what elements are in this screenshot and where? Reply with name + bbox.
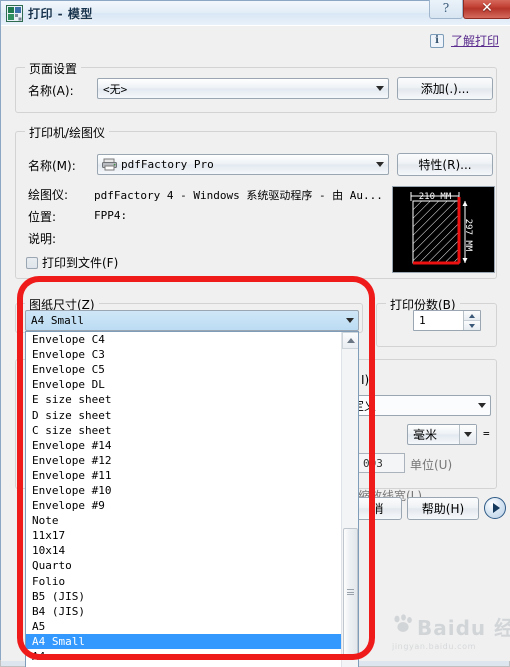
copies-stepper[interactable]: 1	[413, 310, 481, 331]
help-button[interactable]: ?	[429, 0, 463, 19]
svg-text:297 MM: 297 MM	[463, 219, 473, 252]
copies-value[interactable]: 1	[414, 311, 463, 330]
dialog-title: 打印 - 模型	[28, 6, 93, 21]
units-label: 单位(U)	[410, 458, 453, 472]
paper-size-option-list[interactable]: Envelope C4 Envelope C3 Envelope C5 Envelop…	[26, 332, 341, 667]
paper-size-option[interactable]: C size sheet	[26, 423, 341, 438]
svg-text:210 MM: 210 MM	[419, 192, 452, 202]
dialog-titlebar[interactable]: 打印 - 模型 ? ✕	[1, 0, 510, 25]
paper-size-option[interactable]: Envelope C4	[26, 332, 341, 347]
page-setup-group-title: 页面设置	[25, 60, 82, 77]
paper-size-option[interactable]: A4 Small	[26, 633, 341, 649]
plotter-value: pdfFactory 4 - Windows 系统驱动程序 - 由 Au...	[94, 189, 383, 202]
chevron-down-icon[interactable]	[473, 396, 490, 415]
location-label: 位置:	[28, 210, 57, 224]
paper-size-selected-value: A4 Small	[31, 314, 84, 327]
paper-size-option[interactable]: D size sheet	[26, 407, 341, 422]
plot-to-file-label: 打印到文件(F)	[42, 256, 119, 270]
unit-combo[interactable]: 毫米	[407, 424, 477, 445]
paper-size-option[interactable]: A4	[26, 649, 341, 664]
paper-size-dropdown-list[interactable]: Envelope C4 Envelope C3 Envelope C5 Envelop…	[25, 331, 359, 667]
copies-spin-buttons[interactable]	[463, 311, 480, 330]
printer-icon	[102, 158, 118, 171]
spin-up-icon[interactable]	[464, 311, 480, 321]
plot-scale-value: 定义	[352, 399, 377, 413]
paper-size-option[interactable]: Envelope DL	[26, 377, 341, 392]
paper-size-option[interactable]: B4 (JIS)	[26, 604, 341, 619]
paper-preview: 210 MM 297 MM	[392, 186, 495, 273]
chevron-down-icon[interactable]	[371, 155, 388, 174]
scroll-up-icon[interactable]	[342, 332, 358, 349]
info-icon: i	[429, 33, 444, 48]
chevron-down-icon[interactable]	[341, 311, 358, 330]
learn-plot-link[interactable]: 了解打印	[451, 32, 499, 49]
paper-size-option[interactable]: Envelope #11	[26, 468, 341, 483]
equals-sign: =	[483, 427, 490, 440]
paper-size-option[interactable]: B5 (JIS)	[26, 589, 341, 604]
paper-size-option[interactable]: Quarto	[26, 558, 341, 573]
scrollbar-grip-icon	[347, 588, 354, 597]
plot-scale-combo[interactable]: 定义	[346, 395, 491, 416]
paper-size-option[interactable]: Envelope C3	[26, 347, 341, 362]
plot-to-file-checkbox[interactable]	[26, 256, 38, 269]
page-setup-name-label: 名称(A):	[28, 84, 74, 98]
plotter-label: 绘图仪:	[28, 188, 69, 202]
paper-size-option[interactable]: 10x14	[26, 543, 341, 558]
help-footer-button[interactable]: 帮助(H)	[407, 497, 479, 520]
more-options-arrow-icon[interactable]	[484, 497, 506, 519]
paper-size-option[interactable]: E size sheet	[26, 392, 341, 407]
paper-size-option[interactable]: Folio	[26, 574, 341, 589]
page-setup-name-combo[interactable]: <无>	[97, 78, 389, 99]
units-input[interactable]: 003	[358, 453, 405, 473]
printer-name-combo[interactable]: pdfFactory Pro	[97, 154, 389, 175]
paper-size-option[interactable]: 11x17	[26, 528, 341, 543]
close-button[interactable]: ✕	[463, 0, 510, 19]
printer-group-title: 打印机/绘图仪	[25, 124, 110, 141]
paper-size-option[interactable]: Envelope #14	[26, 438, 341, 453]
description-label: 说明:	[28, 232, 57, 246]
printer-name-label: 名称(M):	[28, 159, 76, 173]
units-value: 003	[363, 456, 383, 470]
paper-size-option[interactable]: Envelope #9	[26, 498, 341, 513]
plot-to-file-row[interactable]: 打印到文件(F)	[26, 254, 118, 271]
location-value: FPP4:	[94, 209, 128, 222]
paper-size-option[interactable]: Envelope C5	[26, 362, 341, 377]
page-setup-name-value: <无>	[103, 82, 128, 96]
learn-row: i 了解打印	[429, 32, 499, 49]
cancel-button[interactable]: 消	[353, 497, 402, 520]
dropdown-scrollbar[interactable]	[341, 332, 358, 667]
printer-properties-button[interactable]: 特性(R)...	[397, 153, 493, 176]
printer-name-value: pdfFactory Pro	[121, 158, 214, 171]
paper-size-option[interactable]: Envelope #12	[26, 453, 341, 468]
titlebar-buttons: ? ✕	[429, 0, 510, 19]
paper-size-option[interactable]: Envelope #10	[26, 483, 341, 498]
chevron-down-icon[interactable]	[459, 425, 476, 444]
autocad-plot-icon	[6, 4, 23, 22]
dialog-body: i 了解打印 页面设置 名称(A): <无> 添加(.)... 打印机/绘图仪 …	[1, 25, 510, 667]
plot-dialog-window: 打印 - 模型 ? ✕ i 了解打印 页面设置 名称(A): <无> 添加(.)…	[0, 0, 510, 667]
paper-size-option[interactable]: A5	[26, 619, 341, 634]
spin-down-icon[interactable]	[464, 321, 480, 330]
paper-size-option[interactable]: Note	[26, 513, 341, 528]
unit-value: 毫米	[413, 428, 438, 442]
screenshot-root: 不 层 足 删 打印 - 模型 ? ✕	[0, 0, 510, 667]
scrollbar-thumb[interactable]	[343, 528, 358, 656]
plot-area-partial-label: I)	[361, 373, 370, 387]
add-page-setup-button[interactable]: 添加(.)...	[397, 77, 493, 100]
chevron-down-icon[interactable]	[371, 79, 388, 98]
paper-size-combo[interactable]: A4 Small	[25, 310, 359, 331]
